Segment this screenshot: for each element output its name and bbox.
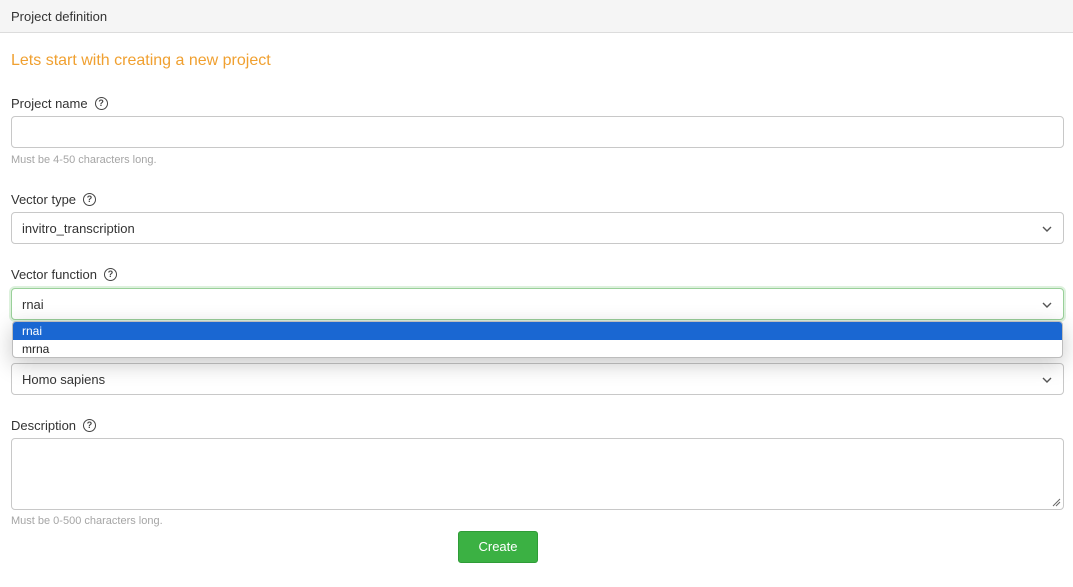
description-label: Description [11, 418, 77, 433]
description-hint: Must be 0-500 characters long. [11, 515, 163, 527]
chevron-down-icon [1042, 377, 1052, 383]
vector-function-label-row: Vector function ? [11, 267, 117, 282]
dropdown-option-mrna[interactable]: mrna [13, 340, 1062, 357]
help-circle-icon[interactable]: ? [83, 193, 97, 206]
chevron-down-icon [1042, 302, 1052, 308]
vector-function-dropdown: rnai mrna [12, 321, 1063, 358]
chevron-down-icon [1042, 226, 1052, 232]
species-value: Homo sapiens [22, 372, 106, 387]
intro-heading: Lets start with creating a new project [11, 52, 271, 69]
vector-type-value: invitro_transcription [22, 221, 135, 236]
species-select[interactable]: Homo sapiens [11, 363, 1064, 395]
vector-function-select[interactable]: rnai [11, 288, 1064, 320]
description-label-row: Description ? [11, 418, 97, 433]
vector-type-label-row: Vector type ? [11, 192, 97, 207]
vector-type-label: Vector type [11, 192, 77, 207]
vector-function-label: Vector function [11, 267, 97, 282]
description-textarea[interactable] [11, 438, 1064, 510]
dropdown-option-rnai[interactable]: rnai [13, 322, 1062, 340]
help-circle-icon[interactable]: ? [94, 97, 108, 110]
create-button[interactable]: Create [458, 531, 538, 563]
resize-handle-icon[interactable] [1052, 498, 1061, 507]
project-name-label-row: Project name ? [11, 96, 108, 111]
help-circle-icon[interactable]: ? [104, 268, 117, 281]
vector-type-select[interactable]: invitro_transcription [11, 212, 1064, 244]
project-name-input[interactable] [11, 116, 1064, 148]
page-title: Project definition [11, 9, 108, 24]
help-circle-icon[interactable]: ? [83, 419, 97, 432]
project-name-label: Project name [11, 96, 88, 111]
page-header: Project definition [0, 0, 1073, 33]
vector-function-value: rnai [22, 297, 44, 312]
project-name-hint: Must be 4-50 characters long. [11, 154, 157, 166]
